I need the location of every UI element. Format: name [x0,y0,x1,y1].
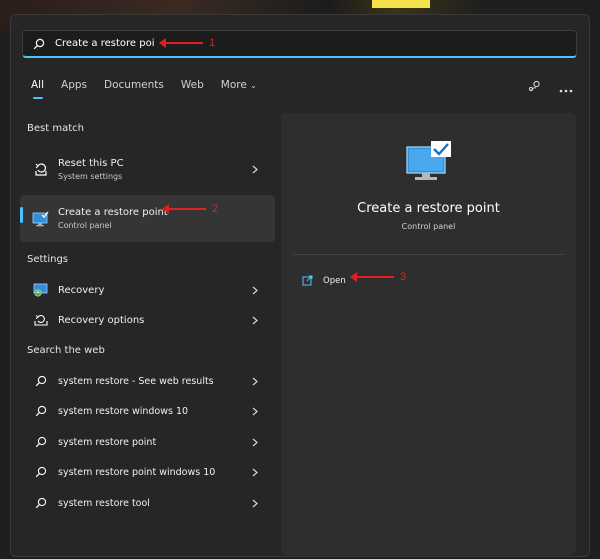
preview-pane: Create a restore point Control panel Ope… [281,113,576,555]
annotation-label: 2 [212,203,219,215]
open-external-icon [302,271,313,290]
system-properties-icon [31,211,51,227]
chevron-right-icon [248,165,262,174]
best-match-heading: Best match [27,123,84,134]
tab-apps[interactable]: Apps [61,79,87,99]
result-label: system restore - See web results [58,375,214,387]
backdrop-highlight [372,0,430,8]
tab-all[interactable]: All [31,79,44,99]
result-label: Recovery options [58,314,145,326]
settings-heading: Settings [27,254,69,265]
system-properties-icon [405,141,453,187]
result-reset-this-pc[interactable]: Reset this PC System settings [20,152,275,186]
result-label: system restore tool [58,497,150,509]
preview-subtitle: Control panel [401,222,456,231]
result-sublabel: System settings [58,171,123,181]
result-recovery[interactable]: Recovery [20,280,275,300]
result-label: system restore windows 10 [58,405,189,417]
preview-divider [293,254,564,255]
tab-documents[interactable]: Documents [104,79,164,99]
chevron-down-icon: ⌄ [250,81,257,90]
web-result[interactable]: system restore point windows 10 [20,462,275,482]
search-web-heading: Search the web [27,345,105,356]
chevron-right-icon [248,377,262,386]
top-actions [528,78,573,97]
web-result[interactable]: system restore - See web results [20,371,275,391]
chevron-right-icon [248,438,262,447]
search-box[interactable] [22,30,577,58]
annotation-label: 1 [209,37,216,49]
result-label: system restore point windows 10 [58,466,216,478]
search-icon [31,375,51,387]
search-icon [31,436,51,448]
annotation-2: 2 [162,203,219,215]
web-result[interactable]: system restore point [20,432,275,452]
chevron-right-icon [248,499,262,508]
recovery-icon [31,283,51,297]
filter-tabs: All Apps Documents Web More ⌄ [31,79,274,99]
chevron-right-icon [248,468,262,477]
recovery-options-icon [31,313,51,327]
result-label: Reset this PC [58,157,124,169]
search-icon [31,466,51,478]
chevron-right-icon [248,316,262,325]
annotation-3: 3 [350,271,407,283]
preview-title: Create a restore point [357,201,500,216]
search-icon [33,38,53,50]
open-button[interactable]: Open [302,271,346,290]
web-result[interactable]: system restore tool [20,493,275,513]
more-options-icon[interactable] [559,78,573,97]
result-sublabel: Control panel [58,221,112,230]
annotation-label: 3 [400,271,407,283]
result-create-restore-point[interactable]: Create a restore point Control panel [20,195,275,242]
annotation-arrow [159,38,203,48]
reset-pc-icon [31,161,51,177]
open-label: Open [323,275,346,286]
annotation-1: 1 [159,37,216,49]
web-result[interactable]: system restore windows 10 [20,401,275,421]
tab-more[interactable]: More ⌄ [221,79,257,99]
result-label: system restore point [58,436,157,448]
search-icon [31,405,51,417]
search-input[interactable] [55,38,155,49]
result-recovery-options[interactable]: Recovery options [20,310,275,330]
tab-more-label: More [220,79,247,91]
annotation-arrow [162,204,206,214]
annotation-arrow [350,272,394,282]
tab-web[interactable]: Web [181,79,204,99]
result-label: Recovery [58,284,105,296]
chevron-right-icon [248,407,262,416]
search-icon [31,497,51,509]
share-account-icon[interactable] [528,78,541,97]
chevron-right-icon [248,286,262,295]
